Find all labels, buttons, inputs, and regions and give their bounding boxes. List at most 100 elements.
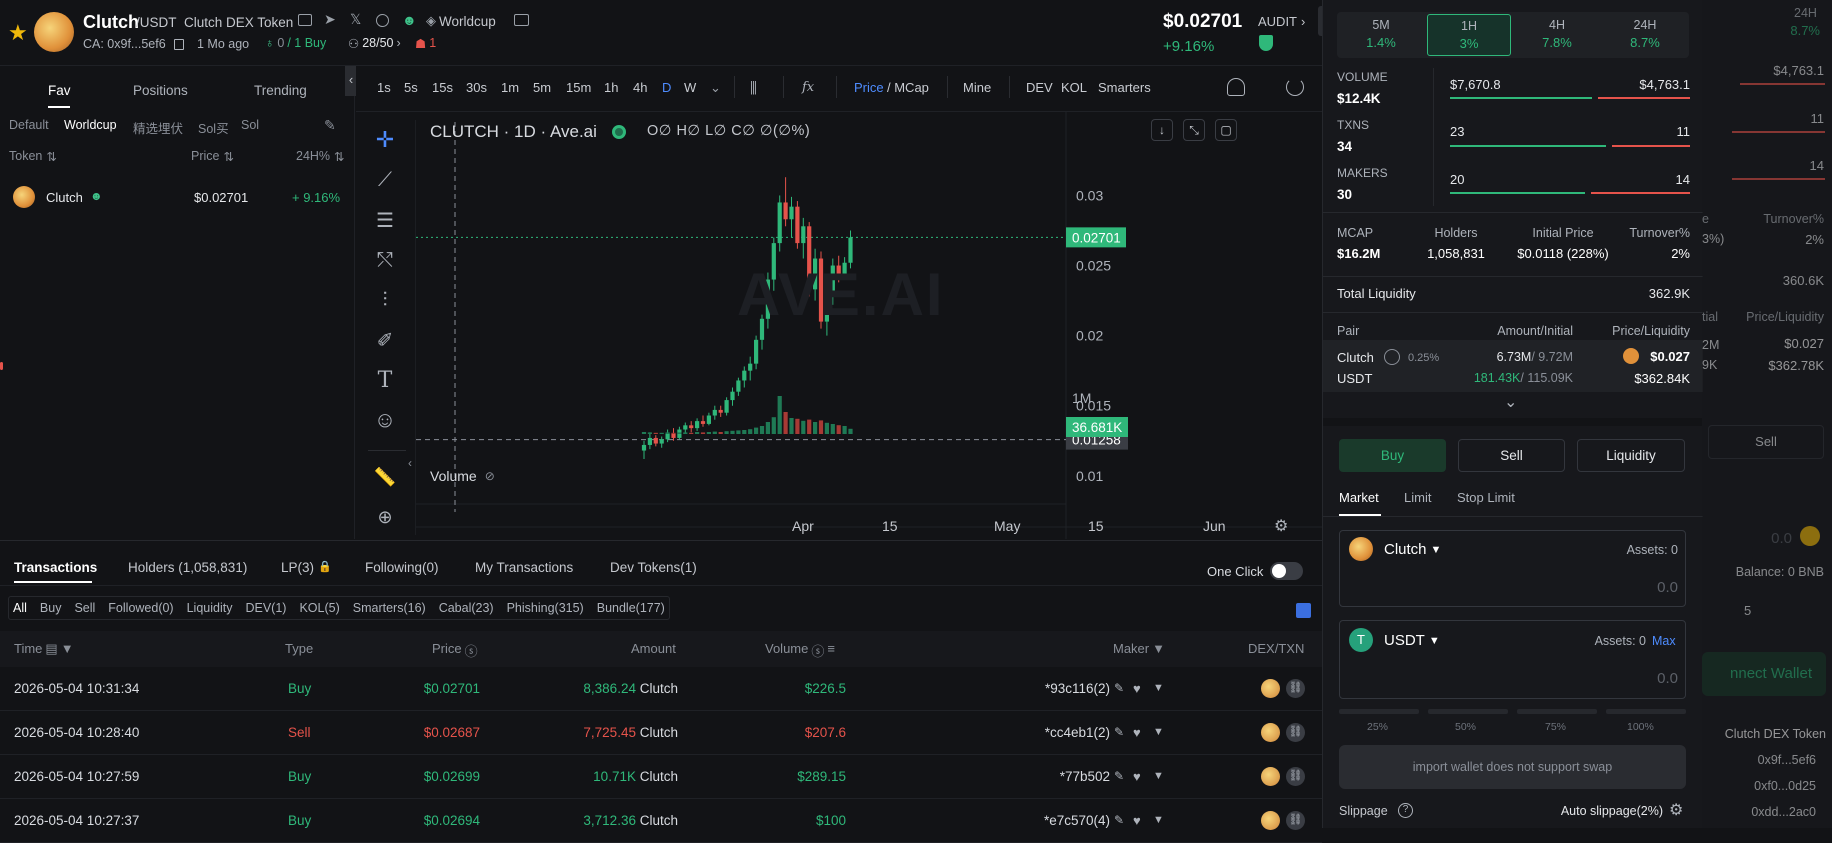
table-row[interactable]: 2026-05-04 10:27:59 Buy $0.02699 10.71K Clu…	[0, 755, 1322, 799]
crosshair-tool-icon[interactable]: ✛	[370, 125, 400, 155]
txn-link-icon[interactable]: ⛓	[1286, 767, 1305, 786]
pct-25[interactable]: 25%	[1367, 721, 1388, 733]
edit-icon[interactable]: ✎	[1114, 681, 1124, 695]
tf-1m[interactable]: 1m	[501, 80, 519, 95]
dex-icon[interactable]	[1261, 767, 1280, 786]
chart-settings-icon[interactable]: ⚙	[1274, 516, 1288, 536]
brush-tool-icon[interactable]: ✐	[370, 325, 400, 355]
liquidity-tab-button[interactable]: Liquidity	[1577, 439, 1685, 472]
text-tool-icon[interactable]: T	[370, 365, 400, 395]
chart-fullscreen-icon[interactable]: ⤡	[1183, 119, 1205, 141]
tab-my-transactions[interactable]: My Transactions	[475, 560, 573, 575]
tf-more-chevron-icon[interactable]: ⌄	[710, 80, 721, 96]
chart-screenshot-icon[interactable]: ▢	[1215, 119, 1237, 141]
row-maker[interactable]: *93c116(2)	[1000, 681, 1110, 696]
tf-d[interactable]: D	[662, 80, 671, 95]
filter-icon[interactable]: ▼	[1153, 814, 1164, 826]
x-twitter-icon[interactable]: 𝕏	[350, 11, 361, 28]
contract-address[interactable]: CA: 0x9f...5ef6	[83, 37, 166, 51]
txn-link-icon[interactable]: ⛓	[1286, 723, 1305, 742]
to-token-select[interactable]: USDT ▼	[1384, 632, 1440, 649]
tf-15s[interactable]: 15s	[432, 80, 453, 95]
tf-5s[interactable]: 5s	[404, 80, 418, 95]
tf-1s[interactable]: 1s	[377, 80, 391, 95]
col-change[interactable]: 24H% ⇅	[296, 149, 345, 164]
edit-icon[interactable]: ✎	[1114, 769, 1124, 783]
subtab-worldcup[interactable]: Worldcup	[64, 118, 117, 132]
toggle-mine[interactable]: Mine	[963, 80, 991, 95]
heart-icon[interactable]: ♥	[1133, 725, 1141, 740]
filter-kol[interactable]: KOL(5)	[299, 601, 339, 615]
toggle-price[interactable]: Price	[854, 80, 884, 95]
dex-icon[interactable]	[1261, 811, 1280, 830]
chart-collapse-icon[interactable]: ‹	[408, 456, 412, 470]
filter-phishing[interactable]: Phishing(315)	[507, 601, 584, 615]
filter-smarters[interactable]: Smarters(16)	[353, 601, 426, 615]
filter-buy[interactable]: Buy	[40, 601, 62, 615]
from-token-select[interactable]: Clutch ▼	[1384, 541, 1441, 558]
bell-icon[interactable]	[1227, 78, 1245, 96]
trendline-tool-icon[interactable]: ⟋	[370, 165, 400, 195]
toggle-dev[interactable]: DEV	[1026, 80, 1053, 95]
filter-followed[interactable]: Followed(0)	[108, 601, 173, 615]
heart-icon[interactable]: ♥	[1133, 813, 1141, 828]
max-button[interactable]: Max	[1652, 634, 1676, 648]
filter-all[interactable]: All	[13, 601, 27, 615]
sell-tab-button[interactable]: Sell	[1458, 439, 1565, 472]
filter-sell[interactable]: Sell	[74, 601, 95, 615]
tf-w[interactable]: W	[684, 80, 696, 95]
toggle-smarters[interactable]: Smarters	[1098, 80, 1151, 95]
filter-bundle[interactable]: Bundle(177)	[597, 601, 665, 615]
tab-holders[interactable]: Holders (1,058,831)	[128, 560, 247, 575]
order-tab-market[interactable]: Market	[1339, 490, 1379, 505]
one-click-toggle[interactable]	[1270, 562, 1303, 580]
row-maker[interactable]: *77b502	[1000, 769, 1110, 784]
search-icon[interactable]	[376, 14, 389, 27]
candle-type-icon[interactable]: ⫼	[750, 80, 757, 97]
chart-download-icon[interactable]: ↓	[1151, 119, 1173, 141]
heart-icon[interactable]: ♥	[1133, 681, 1141, 696]
th-time[interactable]: Time ▤ ▼	[14, 641, 74, 657]
tf-15m[interactable]: 15m	[566, 80, 591, 95]
emoji-tool-icon[interactable]: ☺	[370, 405, 400, 435]
edit-icon[interactable]: ✎	[1114, 725, 1124, 739]
period-tab-5m[interactable]: 5M 1.4%	[1339, 14, 1423, 56]
txn-link-icon[interactable]: ⛓	[1286, 679, 1305, 698]
tab-lp[interactable]: LP(3) 🔒	[281, 560, 332, 575]
pct-75[interactable]: 75%	[1545, 721, 1566, 733]
website-icon[interactable]	[298, 14, 312, 26]
to-amount-input[interactable]: 0.0	[1580, 670, 1678, 687]
tab-trending[interactable]: Trending	[254, 83, 307, 98]
filter-liquidity[interactable]: Liquidity	[187, 601, 233, 615]
worldcup-tag[interactable]: ◈ Worldcup	[426, 13, 496, 29]
tab-fav[interactable]: Fav	[48, 83, 71, 98]
pct-50[interactable]: 50%	[1455, 721, 1476, 733]
filter-dev[interactable]: DEV(1)	[245, 601, 286, 615]
tf-5m[interactable]: 5m	[533, 80, 551, 95]
row-maker[interactable]: *cc4eb1(2)	[1000, 725, 1110, 740]
col-price[interactable]: Price ⇅	[191, 149, 234, 164]
favorite-star-icon[interactable]: ★	[8, 20, 28, 46]
tf-30s[interactable]: 30s	[466, 80, 487, 95]
table-row[interactable]: 2026-05-04 10:28:40 Sell $0.02687 7,725.45 …	[0, 711, 1322, 755]
auto-slippage[interactable]: Auto slippage(2%)	[1513, 804, 1663, 818]
watchlist-row[interactable]: Clutch ☻ $0.02701 + 9.16%	[0, 182, 355, 212]
dex-icon[interactable]	[1261, 679, 1280, 698]
th-volume[interactable]: Volume ⓢ ≡	[765, 641, 835, 660]
subtab-sol-buy[interactable]: Sol买	[198, 118, 229, 137]
help-icon[interactable]: ?	[1398, 803, 1413, 818]
refresh-icon[interactable]	[1286, 78, 1304, 96]
comment-icon[interactable]	[514, 14, 529, 26]
tab-following[interactable]: Following(0)	[365, 560, 439, 575]
swap-disabled-button[interactable]: import wallet does not support swap	[1339, 745, 1686, 789]
subtab-default[interactable]: Default	[9, 118, 49, 132]
telegram-icon[interactable]: ➤	[324, 11, 336, 28]
tab-transactions[interactable]: Transactions	[14, 560, 97, 575]
edit-icon[interactable]: ✎	[324, 117, 336, 134]
pool-row[interactable]: Clutch 0.25% USDT 6.73M/ 9.72M 181.43K/ …	[1323, 340, 1703, 392]
community-icon[interactable]: ☻	[402, 12, 417, 28]
horizontal-lines-tool-icon[interactable]: ☰	[370, 205, 400, 235]
tf-4h[interactable]: 4h	[633, 80, 647, 95]
subtab-selected[interactable]: 精选埋伏	[133, 118, 183, 137]
txn-link-icon[interactable]: ⛓	[1286, 811, 1305, 830]
